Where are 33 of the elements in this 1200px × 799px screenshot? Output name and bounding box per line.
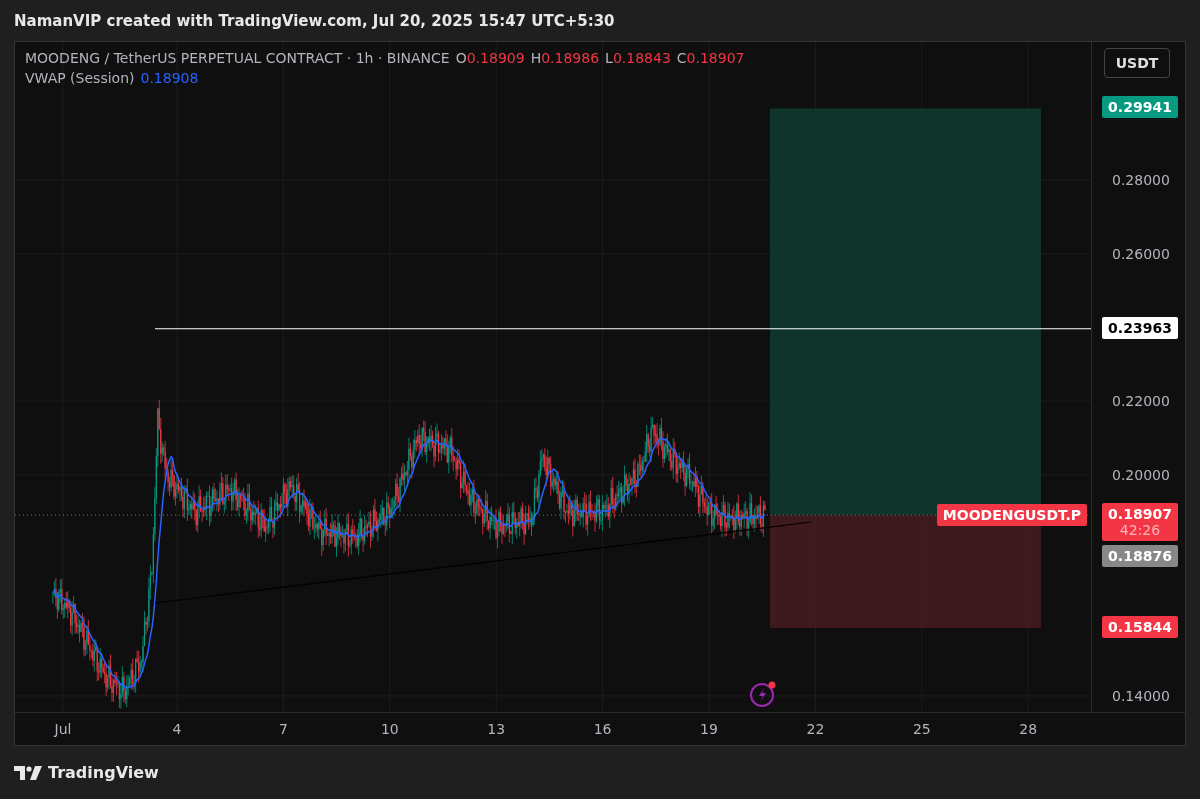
indicator-name: VWAP (Session) bbox=[25, 70, 135, 86]
date-tick: 13 bbox=[487, 721, 506, 737]
date-tick: 22 bbox=[806, 721, 825, 737]
date-tick: 25 bbox=[912, 721, 931, 737]
date-tick: 4 bbox=[172, 721, 182, 737]
price-tick: 0.22000 bbox=[1112, 393, 1170, 410]
price-label: 0.18907 42:26 bbox=[1102, 503, 1178, 542]
date-tick: 16 bbox=[593, 721, 612, 737]
price-label: 0.23963 bbox=[1102, 316, 1178, 339]
logo-icon bbox=[14, 765, 42, 780]
price-tick: 0.28000 bbox=[1112, 172, 1170, 188]
price-label: 0.18876 bbox=[1102, 545, 1178, 568]
logo-text: TradingView bbox=[48, 763, 159, 782]
currency-button[interactable]: USDT bbox=[1104, 48, 1170, 78]
date-tick: 28 bbox=[1019, 721, 1038, 737]
price-tick: 0.20000 bbox=[1112, 466, 1170, 483]
date-tick: 7 bbox=[278, 721, 288, 737]
ohlc-value: H0.18986 bbox=[530, 50, 600, 66]
date-tick: 19 bbox=[700, 721, 718, 737]
price-tick: 0.26000 bbox=[1112, 245, 1170, 262]
symbol-title: MOODENG / TetherUS PERPETUAL CONTRACT · 1h · BINANCE bbox=[25, 50, 450, 66]
date-tick: Jul bbox=[54, 721, 72, 737]
ohlc-value: O0.18909 bbox=[455, 50, 525, 66]
price-label: 0.15844 bbox=[1102, 615, 1178, 638]
price-label: 0.29941 bbox=[1102, 96, 1178, 119]
date-tick: 10 bbox=[380, 721, 399, 737]
attribution-text: NamanVIP created with TradingView.com, Jul 20, 2025 15:47 UTC+5:30 bbox=[13, 10, 616, 32]
ohlc-value: L0.18843 bbox=[605, 50, 671, 66]
lightning-icon[interactable] bbox=[749, 680, 777, 708]
indicator-value: 0.18908 bbox=[140, 70, 199, 86]
price-tick: 0.14000 bbox=[1112, 687, 1170, 704]
symbol-tag: MOODENGUSDT.P bbox=[936, 504, 1087, 527]
ohlc-value: C0.18907 bbox=[676, 50, 745, 66]
